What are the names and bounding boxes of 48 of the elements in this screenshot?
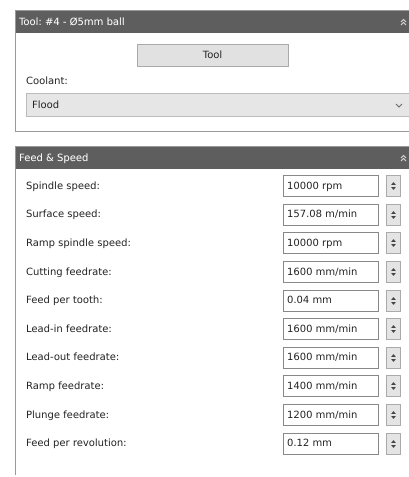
spinner-button[interactable] (386, 204, 401, 226)
chevron-icon (395, 102, 403, 108)
field-label: Lead-in feedrate: (26, 322, 113, 337)
field-label: Cutting feedrate: (26, 266, 113, 280)
collapse-icon[interactable] (400, 18, 407, 26)
spinner-button[interactable] (386, 232, 401, 254)
spinner-arrows-icon (390, 294, 397, 307)
value-field[interactable]: 1600 mm/min (283, 346, 379, 369)
value-field[interactable]: 1400 mm/min (283, 375, 379, 398)
value-field[interactable]: 0.12 mm (283, 432, 379, 455)
panel-title: Feed & Speed (19, 152, 88, 166)
tool-button[interactable]: Tool (136, 44, 288, 67)
value-field[interactable]: 1600 mm/min (283, 318, 379, 340)
spinner-arrows-icon (390, 208, 397, 221)
value-field[interactable]: 1200 mm/min (283, 404, 379, 426)
spinner-arrows-icon (390, 323, 397, 336)
field-label: Ramp feedrate: (26, 380, 105, 394)
coolant-dropdown[interactable]: Flood (26, 93, 409, 117)
field-label: Feed per tooth: (26, 294, 104, 308)
spinner-button[interactable] (386, 375, 401, 398)
spinner-button[interactable] (386, 318, 401, 340)
value-field[interactable]: 10000 rpm (283, 175, 379, 198)
value-field[interactable]: 1600 mm/min (283, 261, 379, 284)
field-label: Plunge feedrate: (26, 408, 110, 423)
spinner-button[interactable] (386, 290, 401, 312)
spinner-button[interactable] (386, 404, 401, 426)
spinner-button[interactable] (386, 175, 401, 198)
coolant-label: Coolant: (25, 75, 69, 89)
spinner-arrows-icon (390, 180, 397, 192)
field-label: Ramp spindle speed: (26, 236, 132, 251)
spinner-arrows-icon (390, 409, 397, 422)
field-label: Surface speed: (26, 208, 102, 222)
spinner-button[interactable] (386, 261, 401, 284)
spinner-button[interactable] (386, 432, 401, 455)
spinner-arrows-icon (390, 352, 397, 364)
collapse-icon[interactable] (400, 154, 407, 162)
spinner-arrows-icon (390, 237, 397, 250)
panel-title: Tool: #4 - Ø5mm ball (19, 16, 125, 30)
spinner-button[interactable] (386, 346, 401, 369)
spinner-arrows-icon (390, 266, 397, 278)
value-field[interactable]: 0.04 mm (283, 290, 379, 312)
value-field[interactable]: 157.08 m/min (283, 204, 379, 226)
field-label: Spindle speed: (26, 180, 101, 194)
spinner-arrows-icon (390, 380, 397, 392)
spinner-arrows-icon (390, 438, 397, 450)
field-label: Feed per revolution: (26, 437, 128, 452)
value-field[interactable]: 10000 rpm (283, 232, 379, 254)
field-label: Lead-out feedrate: (26, 351, 120, 366)
